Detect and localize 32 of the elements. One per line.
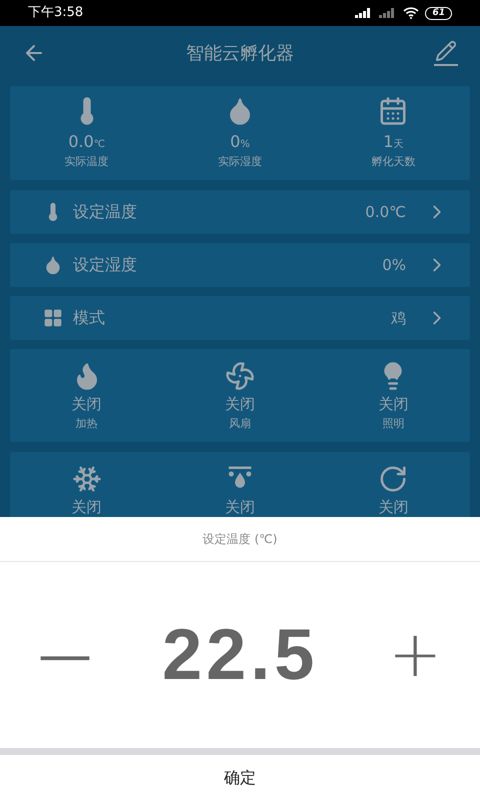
device-status[interactable]: 关闭 xyxy=(378,496,408,517)
edit-button[interactable] xyxy=(434,40,458,66)
device-label: 风扇 xyxy=(228,416,251,432)
decrease-button[interactable]: — xyxy=(38,628,92,682)
sheet-title: 设定温度 (℃) xyxy=(202,531,278,548)
stat-value: 1天 xyxy=(383,130,404,153)
stat-value: 0.0℃ xyxy=(68,130,105,153)
fan-icon xyxy=(224,361,255,391)
page-title: 智能云孵化器 xyxy=(186,42,294,66)
stat-value: 0% xyxy=(230,130,250,153)
stat-label: 实际湿度 xyxy=(218,154,262,170)
device-status[interactable]: 关闭 xyxy=(224,393,255,416)
setting-row[interactable]: 模式 鸡 xyxy=(10,296,470,340)
setting-row[interactable]: 设定温度 0.0℃ xyxy=(10,190,470,234)
setting-row[interactable]: 设定湿度 0% xyxy=(10,243,470,287)
device-status[interactable]: 关闭 xyxy=(224,496,255,517)
rotate-icon xyxy=(378,464,408,494)
wifi-icon xyxy=(403,7,420,19)
device-status[interactable]: 关闭 xyxy=(72,393,102,416)
calendar-icon xyxy=(378,96,408,126)
increase-button[interactable]: + xyxy=(388,623,442,687)
device-status[interactable]: 关闭 xyxy=(72,496,102,517)
status-time: 下午3:58 xyxy=(28,4,84,22)
grid-icon xyxy=(43,308,63,328)
stat-label: 孵化天数 xyxy=(371,154,416,170)
device-label: 加热 xyxy=(76,416,98,432)
battery-indicator: 61 xyxy=(425,6,452,20)
snowflake-icon xyxy=(72,464,102,494)
device-label: 照明 xyxy=(382,416,404,432)
device-status[interactable]: 关闭 xyxy=(378,393,408,416)
stat-label: 实际温度 xyxy=(64,154,109,170)
temperature-value: 22.5 xyxy=(162,619,318,691)
